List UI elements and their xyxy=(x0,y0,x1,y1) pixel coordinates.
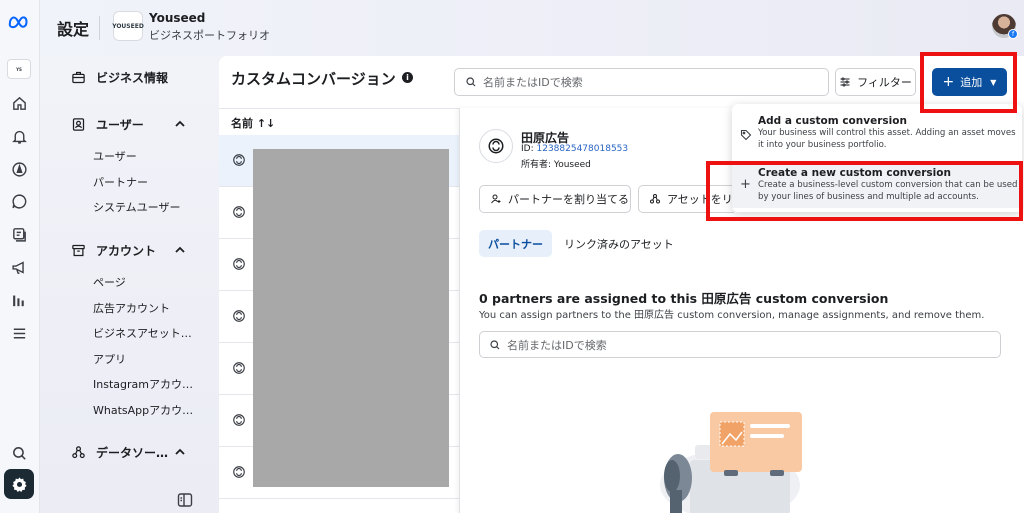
nav-section-business-info[interactable]: ビジネス情報 xyxy=(71,69,168,86)
bell-icon[interactable] xyxy=(8,125,30,147)
nav-item-pages[interactable]: ページ xyxy=(93,274,126,290)
business-name[interactable]: Youseed xyxy=(149,11,205,25)
custom-conversion-icon xyxy=(233,258,245,270)
search-icon xyxy=(466,77,476,87)
filter-label: フィルター xyxy=(857,76,912,89)
megaphone-icon[interactable] xyxy=(8,256,30,278)
link-asset-label: アセットをリン xyxy=(667,193,734,206)
empty-state-title: 0 partners are assigned to this 田原広告 cus… xyxy=(479,291,889,306)
caret-down-icon: ▼ xyxy=(990,77,997,87)
plus-icon: + xyxy=(942,74,955,90)
nav-section-accounts[interactable]: アカウント xyxy=(71,242,156,259)
column-header-name[interactable]: 名前 ↑↓ xyxy=(231,115,275,131)
business-logo-icon[interactable]: YS xyxy=(7,59,31,79)
search-placeholder: 名前またはIDで検索 xyxy=(483,76,583,89)
page-heading: カスタムコンバージョン xyxy=(231,70,396,88)
pages-icon[interactable] xyxy=(8,223,30,245)
menu-item-title: Create a new custom conversion xyxy=(758,167,951,179)
tab-partners[interactable]: パートナー xyxy=(479,230,552,257)
partner-search-input[interactable]: 名前またはIDで検索 xyxy=(479,331,1001,358)
custom-conversion-icon xyxy=(233,154,245,166)
facebook-badge-icon: f xyxy=(1008,29,1018,39)
nav-section-data-sources[interactable]: データソー… xyxy=(71,444,168,461)
asset-id-value[interactable]: 1238825478018553 xyxy=(537,144,629,154)
business-logo[interactable]: YOUSEED xyxy=(112,11,144,41)
data-sources-icon xyxy=(71,445,87,461)
asset-owner: 所有者: Youseed xyxy=(521,160,591,170)
menu-item-add-custom-conversion[interactable]: Add a custom conversion Your business wi… xyxy=(732,112,1022,160)
search-icon xyxy=(490,339,500,349)
header-divider xyxy=(99,16,100,40)
nav-section-label: ビジネス情報 xyxy=(96,71,169,85)
assign-partner-button[interactable]: パートナーを割り当てる xyxy=(479,185,631,213)
list-divider xyxy=(219,108,459,109)
filter-sliders-icon xyxy=(840,77,850,87)
menu-item-title: Add a custom conversion xyxy=(758,115,907,127)
custom-conversion-icon xyxy=(233,414,245,426)
archive-icon xyxy=(71,243,87,259)
icon-rail: YS xyxy=(0,0,40,513)
nav-section-label: アカウント xyxy=(96,244,157,258)
settings-icon[interactable] xyxy=(4,469,34,499)
network-icon xyxy=(650,194,660,204)
redacted-names xyxy=(253,149,449,487)
add-button[interactable]: + 追加 ▼ xyxy=(932,68,1007,96)
nav-item-ad-accounts[interactable]: 広告アカウント xyxy=(93,300,170,316)
custom-conversion-icon xyxy=(479,129,513,163)
empty-state-subtitle: You can assign partners to the 田原広告 cust… xyxy=(479,310,985,321)
business-subtitle: ビジネスポートフォリオ xyxy=(149,29,270,42)
chevron-up-icon[interactable] xyxy=(175,447,185,457)
search-input[interactable]: 名前またはIDで検索 xyxy=(454,68,829,96)
collapse-sidebar-icon[interactable] xyxy=(177,492,193,508)
nav-item-partners[interactable]: パートナー xyxy=(93,174,148,190)
empty-state-illustration xyxy=(660,412,802,513)
nav-item-apps[interactable]: アプリ xyxy=(93,351,126,367)
menu-item-description: Create a business-level custom conversio… xyxy=(758,180,1018,202)
page-title: 設定 xyxy=(57,20,90,39)
add-label: 追加 xyxy=(960,76,983,89)
menu-item-description: Your business will control this asset. A… xyxy=(758,128,1016,150)
nav-item-business-assets[interactable]: ビジネスアセット… xyxy=(93,325,192,341)
filter-button[interactable]: フィルター xyxy=(835,68,916,96)
custom-conversion-icon xyxy=(233,466,245,478)
settings-nav: ビジネス情報 ユーザー ユーザー パートナー システムユーザー アカウント ペー… xyxy=(40,56,219,513)
plus-icon: + xyxy=(740,177,751,192)
person-badge-icon xyxy=(71,117,87,133)
nav-item-whatsapp[interactable]: WhatsAppアカウ… xyxy=(93,402,193,418)
partner-search-placeholder: 名前またはIDで検索 xyxy=(507,338,607,352)
nav-section-label: データソー… xyxy=(96,446,169,460)
tab-linked-assets[interactable]: リンク済みのアセット xyxy=(555,230,683,257)
chevron-up-icon[interactable] xyxy=(175,119,185,129)
nav-item-users[interactable]: ユーザー xyxy=(93,148,137,164)
asset-id-label: ID: xyxy=(521,144,534,154)
chart-icon[interactable] xyxy=(8,289,30,311)
nav-item-instagram[interactable]: Instagramアカウ… xyxy=(93,376,193,392)
home-icon[interactable] xyxy=(8,92,30,114)
chevron-up-icon[interactable] xyxy=(175,245,185,255)
nav-item-system-users[interactable]: システムユーザー xyxy=(93,199,180,215)
person-add-icon xyxy=(491,194,501,204)
top-header: 設定 YOUSEED Youseed ビジネスポートフォリオ f xyxy=(40,0,1024,56)
meta-logo-icon[interactable] xyxy=(6,10,34,32)
briefcase-icon xyxy=(71,70,87,86)
custom-conversion-icon xyxy=(233,206,245,218)
compass-icon[interactable] xyxy=(8,158,30,180)
info-icon[interactable]: i xyxy=(402,72,413,83)
custom-conversion-icon xyxy=(233,362,245,374)
link-asset-button[interactable]: アセットをリン xyxy=(638,185,734,213)
menu-icon[interactable] xyxy=(8,322,30,344)
nav-section-label: ユーザー xyxy=(96,118,144,132)
asset-id: ID: 1238825478018553 xyxy=(521,144,628,154)
nav-section-users[interactable]: ユーザー xyxy=(71,116,144,133)
tag-icon xyxy=(740,129,752,141)
custom-conversion-icon xyxy=(233,310,245,322)
search-icon[interactable] xyxy=(8,442,30,464)
add-dropdown-menu: Add a custom conversion Your business wi… xyxy=(732,104,1022,212)
menu-item-create-custom-conversion[interactable]: + Create a new custom conversion Create … xyxy=(732,164,1022,208)
chat-icon[interactable] xyxy=(8,190,30,212)
assign-partner-label: パートナーを割り当てる xyxy=(508,193,629,206)
